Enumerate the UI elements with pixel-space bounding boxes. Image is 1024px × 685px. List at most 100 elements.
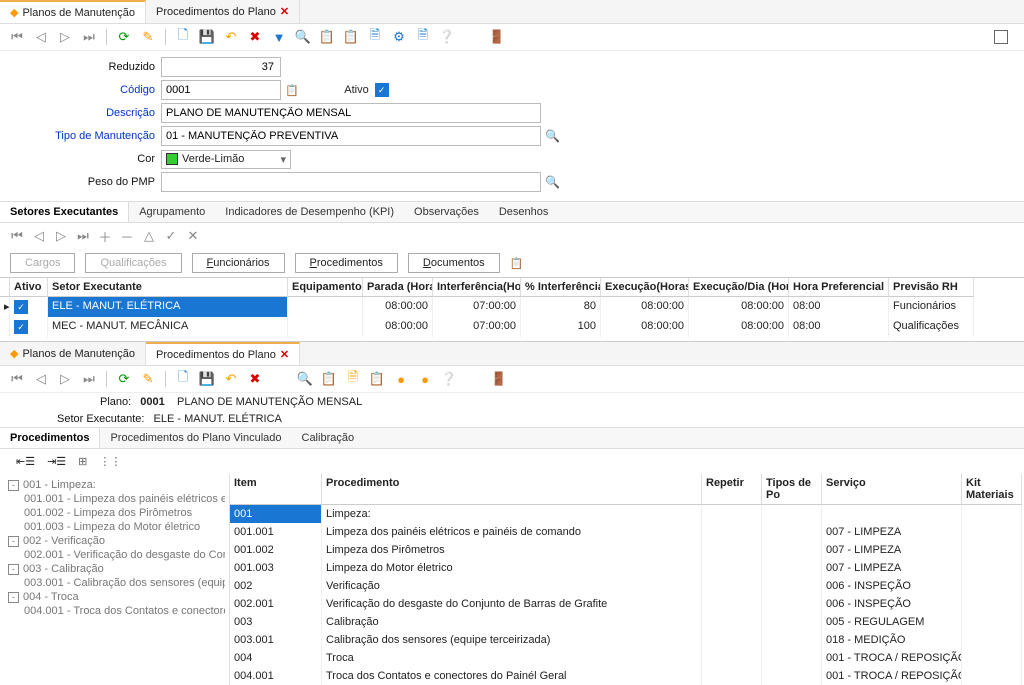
qualificacoes-button[interactable]: Qualificações — [85, 253, 181, 273]
up-icon[interactable]: △ — [140, 227, 158, 245]
tool1-icon[interactable]: 📋 — [320, 370, 338, 388]
tool4-icon[interactable]: 🗎 — [414, 28, 432, 46]
tree-node[interactable]: 003.001 - Calibração dos sensores (equip… — [4, 576, 225, 590]
tool3-icon[interactable]: ● — [392, 370, 410, 388]
col-tipo[interactable]: Tipos de Po — [762, 474, 822, 505]
proctab-vinc[interactable]: Procedimentos do Plano Vinculado — [100, 428, 291, 448]
last-icon[interactable]: ⏭ — [80, 370, 98, 388]
funcionarios-button[interactable]: Funcionários — [192, 253, 285, 273]
remove-icon[interactable]: － — [118, 227, 136, 245]
tree-node[interactable]: 001.003 - Limpeza do Motor életrico — [4, 520, 225, 534]
ativo-checkbox[interactable]: ✓ — [375, 83, 389, 97]
ativo-check[interactable]: ✓ — [14, 320, 28, 334]
table-row[interactable]: 002 Verificação 006 - INSPEÇÃO — [230, 577, 1024, 595]
table-row[interactable]: 004 Troca 001 - TROCA / REPOSIÇÃO — [230, 649, 1024, 667]
maximize-check[interactable] — [994, 30, 1008, 44]
refresh-icon[interactable]: ⟳ — [115, 370, 133, 388]
descricao-input[interactable] — [161, 103, 541, 123]
close-icon[interactable]: ✕ — [280, 348, 289, 361]
table-row[interactable]: 002.001 Verificação do desgaste do Conju… — [230, 595, 1024, 613]
proctab-proc[interactable]: Procedimentos — [0, 428, 100, 448]
close-icon[interactable]: ✕ — [280, 5, 289, 18]
subtab-obs[interactable]: Observações — [404, 202, 489, 222]
tool4-icon[interactable]: ● — [416, 370, 434, 388]
undo-icon[interactable]: ↶ — [222, 370, 240, 388]
prev-icon[interactable]: ◁ — [30, 227, 48, 245]
exit-icon[interactable]: 🚪 — [488, 28, 506, 46]
table-row[interactable]: 003 Calibração 005 - REGULAGEM — [230, 613, 1024, 631]
inner-tab-planos[interactable]: ◆ Planos de Manutenção — [0, 342, 146, 365]
first-icon[interactable]: ⏮ — [8, 227, 26, 245]
peso-input[interactable] — [161, 172, 541, 192]
help-icon[interactable]: ❔ — [438, 28, 456, 46]
tool1-icon[interactable]: 📋 — [318, 28, 336, 46]
new-icon[interactable]: 🗋 — [174, 28, 192, 46]
copy-icon[interactable]: 📋 — [285, 84, 299, 97]
filter-icon[interactable]: ▼ — [270, 28, 288, 46]
last-icon[interactable]: ⏭ — [80, 28, 98, 46]
edit-icon[interactable]: ✎ — [139, 28, 157, 46]
refresh-icon[interactable]: ⟳ — [115, 28, 133, 46]
tree-node[interactable]: 001.001 - Limpeza dos painéis elétricos … — [4, 492, 225, 506]
subtab-des[interactable]: Desenhos — [489, 202, 559, 222]
col-equip[interactable]: Equipamento — [288, 278, 363, 297]
col-interf[interactable]: Interferência(Horas — [433, 278, 521, 297]
reduzido-input[interactable] — [161, 57, 281, 77]
col-item[interactable]: Item — [230, 474, 322, 505]
col-rep[interactable]: Repetir — [702, 474, 762, 505]
tree-node[interactable]: -001 - Limpeza: — [4, 478, 225, 492]
prev-icon[interactable]: ◁ — [32, 28, 50, 46]
confirm-icon[interactable]: ✓ — [162, 227, 180, 245]
search-icon[interactable]: 🔍 — [296, 370, 314, 388]
search-icon[interactable]: 🔍 — [294, 28, 312, 46]
documentos-button[interactable]: Documentos — [408, 253, 500, 273]
ativo-check[interactable]: ✓ — [14, 300, 28, 314]
col-exedia[interactable]: Execução/Dia (Horas) — [689, 278, 789, 297]
col-exec[interactable]: Execução(Horas) — [601, 278, 689, 297]
col-parada[interactable]: Parada (Hora — [363, 278, 433, 297]
last-icon[interactable]: ⏭ — [74, 227, 92, 245]
copy-icon[interactable]: 📋 — [368, 370, 386, 388]
tree-node[interactable]: 002.001 - Verificação do desgaste do Con… — [4, 548, 225, 562]
tree-node[interactable]: 004.001 - Troca dos Contatos e conectore… — [4, 604, 225, 618]
tipo-input[interactable] — [161, 126, 541, 146]
subtab-kpi[interactable]: Indicadores de Desempenho (KPI) — [215, 202, 404, 222]
table-row[interactable]: 003.001 Calibração dos sensores (equipe … — [230, 631, 1024, 649]
first-icon[interactable]: ⏮ — [8, 28, 26, 46]
tree-node[interactable]: -002 - Verificação — [4, 534, 225, 548]
tool2-icon[interactable]: 📋 — [342, 28, 360, 46]
table-row[interactable]: 001.001 Limpeza dos painéis elétricos e … — [230, 523, 1024, 541]
tab-planos[interactable]: ◆ Planos de Manutenção — [0, 0, 146, 23]
table-row[interactable]: ✓ MEC - MANUT. MECÂNICA 08:00:00 07:00:0… — [0, 317, 1024, 337]
col-kit[interactable]: Kit Materiais — [962, 474, 1022, 505]
table-row[interactable]: 004.001 Troca dos Contatos e conectores … — [230, 667, 1024, 685]
help-icon[interactable]: ❔ — [440, 370, 458, 388]
gear-icon[interactable]: ⚙ — [390, 28, 408, 46]
table-row[interactable]: 001.002 Limpeza dos Pirômetros 007 - LIM… — [230, 541, 1024, 559]
next-icon[interactable]: ▷ — [52, 227, 70, 245]
opts-icon[interactable]: ⋮⋮ — [99, 455, 121, 468]
edit-icon[interactable]: ✎ — [139, 370, 157, 388]
procedimentos-button[interactable]: Procedimentos — [295, 253, 398, 273]
tree-node[interactable]: -003 - Calibração — [4, 562, 225, 576]
subtab-setores[interactable]: Setores Executantes — [0, 202, 129, 222]
copy-icon[interactable]: 📋 — [510, 257, 524, 270]
table-row[interactable]: 001.003 Limpeza do Motor életrico 007 - … — [230, 559, 1024, 577]
tree-node[interactable]: -004 - Troca — [4, 590, 225, 604]
cor-select[interactable]: Verde-Limão ▾ — [161, 150, 291, 169]
add-icon[interactable]: ＋ — [96, 227, 114, 245]
col-setor[interactable]: Setor Executante — [48, 278, 288, 297]
next-icon[interactable]: ▷ — [56, 28, 74, 46]
delete-icon[interactable]: ✖ — [246, 28, 264, 46]
cancel-icon[interactable]: ✕ — [184, 227, 202, 245]
proctab-calib[interactable]: Calibração — [292, 428, 365, 448]
outdent-icon[interactable]: ⇤☰ — [16, 455, 35, 468]
new-icon[interactable]: 🗋 — [174, 370, 192, 388]
col-proc[interactable]: Procedimento — [322, 474, 702, 505]
save-icon[interactable]: 💾 — [198, 28, 216, 46]
save-icon[interactable]: 💾 — [198, 370, 216, 388]
prev-icon[interactable]: ◁ — [32, 370, 50, 388]
col-prev[interactable]: Previsão RH — [889, 278, 974, 297]
tree-icon[interactable]: ⊞ — [78, 455, 87, 468]
delete-icon[interactable]: ✖ — [246, 370, 264, 388]
